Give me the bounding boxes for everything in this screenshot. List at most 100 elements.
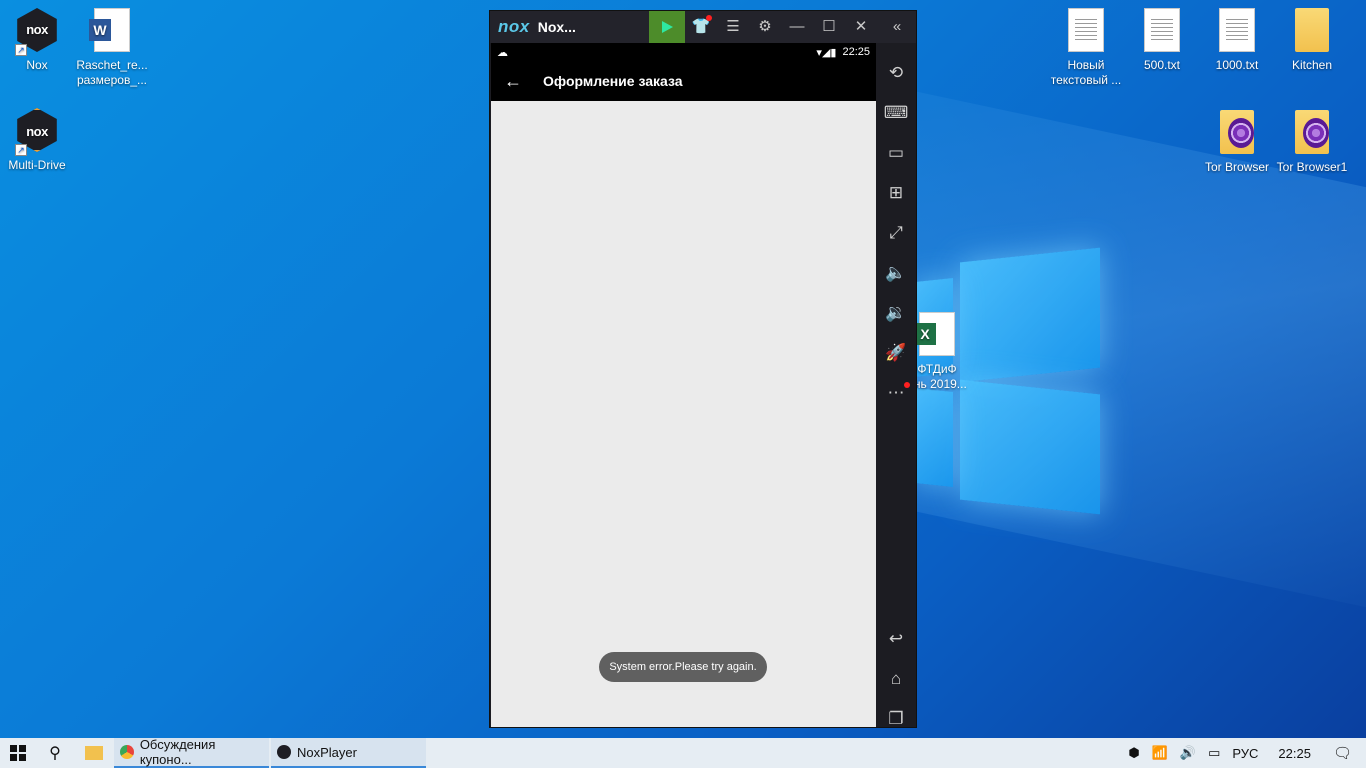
desktop-icon-label: Raschet_re... размеров_...: [76, 58, 148, 87]
nox-tray-icon[interactable]: ⬢: [1128, 745, 1139, 761]
system-tray: ⬢ 📶 🔊 ▭ РУС 22:25 🗨: [1122, 738, 1366, 768]
tor-icon: [1228, 118, 1254, 148]
text-file-icon: [1144, 8, 1180, 52]
folder-icon: [1295, 110, 1329, 154]
notification-dot: [706, 15, 712, 21]
install-apk-button[interactable]: ⊞: [876, 176, 916, 210]
desktop-icon-label: Tor Browser: [1204, 160, 1269, 174]
minimize-icon: —: [789, 18, 805, 35]
rocket-icon: 🚀: [885, 343, 907, 362]
settings-button[interactable]: ⚙: [749, 11, 781, 43]
menu-button[interactable]: ☰: [717, 11, 749, 43]
notification-dot: [904, 382, 910, 388]
cloud-icon: ☁: [497, 46, 508, 59]
nox-icon: [277, 745, 291, 759]
search-button[interactable]: ⚲: [36, 738, 74, 768]
app-toolbar: ← Оформление заказа: [491, 61, 876, 101]
text-file-icon: [1219, 8, 1255, 52]
maximize-icon: ☐: [822, 18, 836, 35]
maximize-button[interactable]: ☐: [813, 11, 845, 43]
android-recents-button[interactable]: ❐: [876, 702, 916, 736]
nox-title-bar[interactable]: nox Nox... 👕 ☰ ⚙ — ☐ ✕ «: [490, 11, 916, 43]
keyboard-icon: ⌨: [883, 103, 909, 122]
file-explorer-button[interactable]: [74, 738, 114, 768]
volume-icon[interactable]: 🔊: [1180, 745, 1196, 761]
tor-icon: [1303, 118, 1329, 148]
desktop-icon-label: 1000.txt: [1215, 58, 1259, 72]
android-back-button[interactable]: ↩: [876, 622, 916, 656]
more-button[interactable]: ⋯: [876, 376, 916, 410]
fullscreen-icon: ⤢: [889, 223, 903, 242]
close-button[interactable]: ✕: [845, 11, 877, 43]
taskbar: ⚲ Обсуждения купоно... NoxPlayer ⬢ 📶 🔊 ▭…: [0, 737, 1366, 768]
gear-icon: ⚙: [758, 18, 772, 35]
notifications-icon[interactable]: 🗨: [1333, 744, 1352, 762]
theme-button[interactable]: 👕: [685, 11, 717, 43]
volume-up-button[interactable]: 🔈: [876, 256, 916, 290]
desktop-icon-label: Новый текстовый ...: [1050, 58, 1122, 87]
desktop-icon-kitchen[interactable]: Kitchen: [1275, 8, 1349, 73]
volume-up-icon: 🔈: [885, 263, 907, 282]
volume-down-button[interactable]: 🔉: [876, 296, 916, 330]
desktop-icon-label: Multi-Drive: [8, 158, 66, 172]
desktop-icon-500-txt[interactable]: 500.txt: [1125, 8, 1199, 73]
language-indicator[interactable]: РУС: [1232, 746, 1258, 761]
wifi-signal-battery-icon: ▾◢▮: [816, 46, 837, 59]
rotate-button[interactable]: ⟲: [876, 56, 916, 90]
back-icon: ↩: [888, 629, 904, 648]
hamburger-icon: ☰: [726, 18, 740, 35]
desktop-icon-label: Kitchen: [1291, 58, 1333, 72]
error-toast: System error.Please try again.: [599, 652, 767, 682]
clock[interactable]: 22:25: [1278, 746, 1311, 761]
status-time: 22:25: [842, 46, 870, 58]
text-file-icon: [1068, 8, 1104, 52]
start-button[interactable]: [0, 738, 36, 768]
apk-icon: ⊞: [888, 183, 904, 202]
desktop-icon-tor-browser[interactable]: Tor Browser: [1200, 110, 1274, 175]
screen-button[interactable]: ▭: [876, 136, 916, 170]
window-title: Nox...: [537, 19, 576, 35]
folder-icon: [85, 746, 103, 760]
nox-player-window: nox Nox... 👕 ☰ ⚙ — ☐ ✕ « ☁ ▾◢▮ 22:25 ← О…: [489, 10, 917, 728]
network-icon[interactable]: 📶: [1152, 745, 1168, 761]
page-title: Оформление заказа: [543, 73, 683, 89]
nox-sidebar: ⟲ ⌨ ▭ ⊞ ⤢ 🔈 🔉 🚀 ⋯ ↩ ⌂ ❐: [876, 43, 916, 728]
android-screen[interactable]: ☁ ▾◢▮ 22:25 ← Оформление заказа System e…: [491, 43, 876, 727]
home-icon: ⌂: [890, 669, 902, 688]
desktop-icon-label: Nox: [26, 58, 48, 72]
rocket-button[interactable]: 🚀: [876, 336, 916, 370]
taskbar-app-label: Обсуждения купоно...: [139, 737, 216, 767]
double-chevron-left-icon: «: [892, 18, 902, 35]
more-dots-icon: ⋯: [887, 383, 905, 402]
desktop-icon-1000-txt[interactable]: 1000.txt: [1200, 8, 1274, 73]
desktop-icon-word-document[interactable]: W Raschet_re... размеров_...: [75, 8, 149, 88]
desktop-icon-label: Tor Browser1: [1276, 160, 1348, 174]
desktop-icon-new-text[interactable]: Новый текстовый ...: [1049, 8, 1123, 88]
windows-icon: [10, 745, 26, 761]
taskbar-app-chrome[interactable]: Обсуждения купоно...: [114, 737, 269, 768]
android-home-button[interactable]: ⌂: [876, 662, 916, 696]
shortcut-arrow-icon: ↗: [15, 44, 27, 56]
collapse-sidebar-button[interactable]: «: [881, 11, 913, 43]
play-store-button[interactable]: [649, 11, 685, 43]
taskbar-app-label: NoxPlayer: [297, 744, 357, 760]
folder-icon: [1220, 110, 1254, 154]
play-icon: [662, 21, 673, 33]
android-status-bar: ☁ ▾◢▮ 22:25: [491, 43, 876, 61]
desktop-icon-multi-drive[interactable]: nox ↗ Multi-Drive: [0, 108, 74, 173]
fullscreen-button[interactable]: ⤢: [876, 216, 916, 250]
word-file-icon: W: [89, 8, 130, 52]
folder-icon: [1295, 8, 1329, 52]
minimize-button[interactable]: —: [781, 11, 813, 43]
taskbar-app-noxplayer[interactable]: NoxPlayer: [271, 738, 426, 768]
desktop-icon-tor-browser1[interactable]: Tor Browser1: [1275, 110, 1349, 175]
nox-logo: nox: [498, 17, 530, 36]
battery-icon[interactable]: ▭: [1208, 745, 1220, 761]
back-arrow-icon[interactable]: ←: [491, 71, 535, 92]
desktop-icon-label: 500.txt: [1143, 58, 1181, 72]
desktop-icon-nox[interactable]: nox ↗ Nox: [0, 8, 74, 73]
keyboard-button[interactable]: ⌨: [876, 96, 916, 130]
rotate-icon: ⟲: [888, 63, 904, 82]
chrome-icon: [120, 745, 134, 759]
shortcut-arrow-icon: ↗: [15, 144, 27, 156]
